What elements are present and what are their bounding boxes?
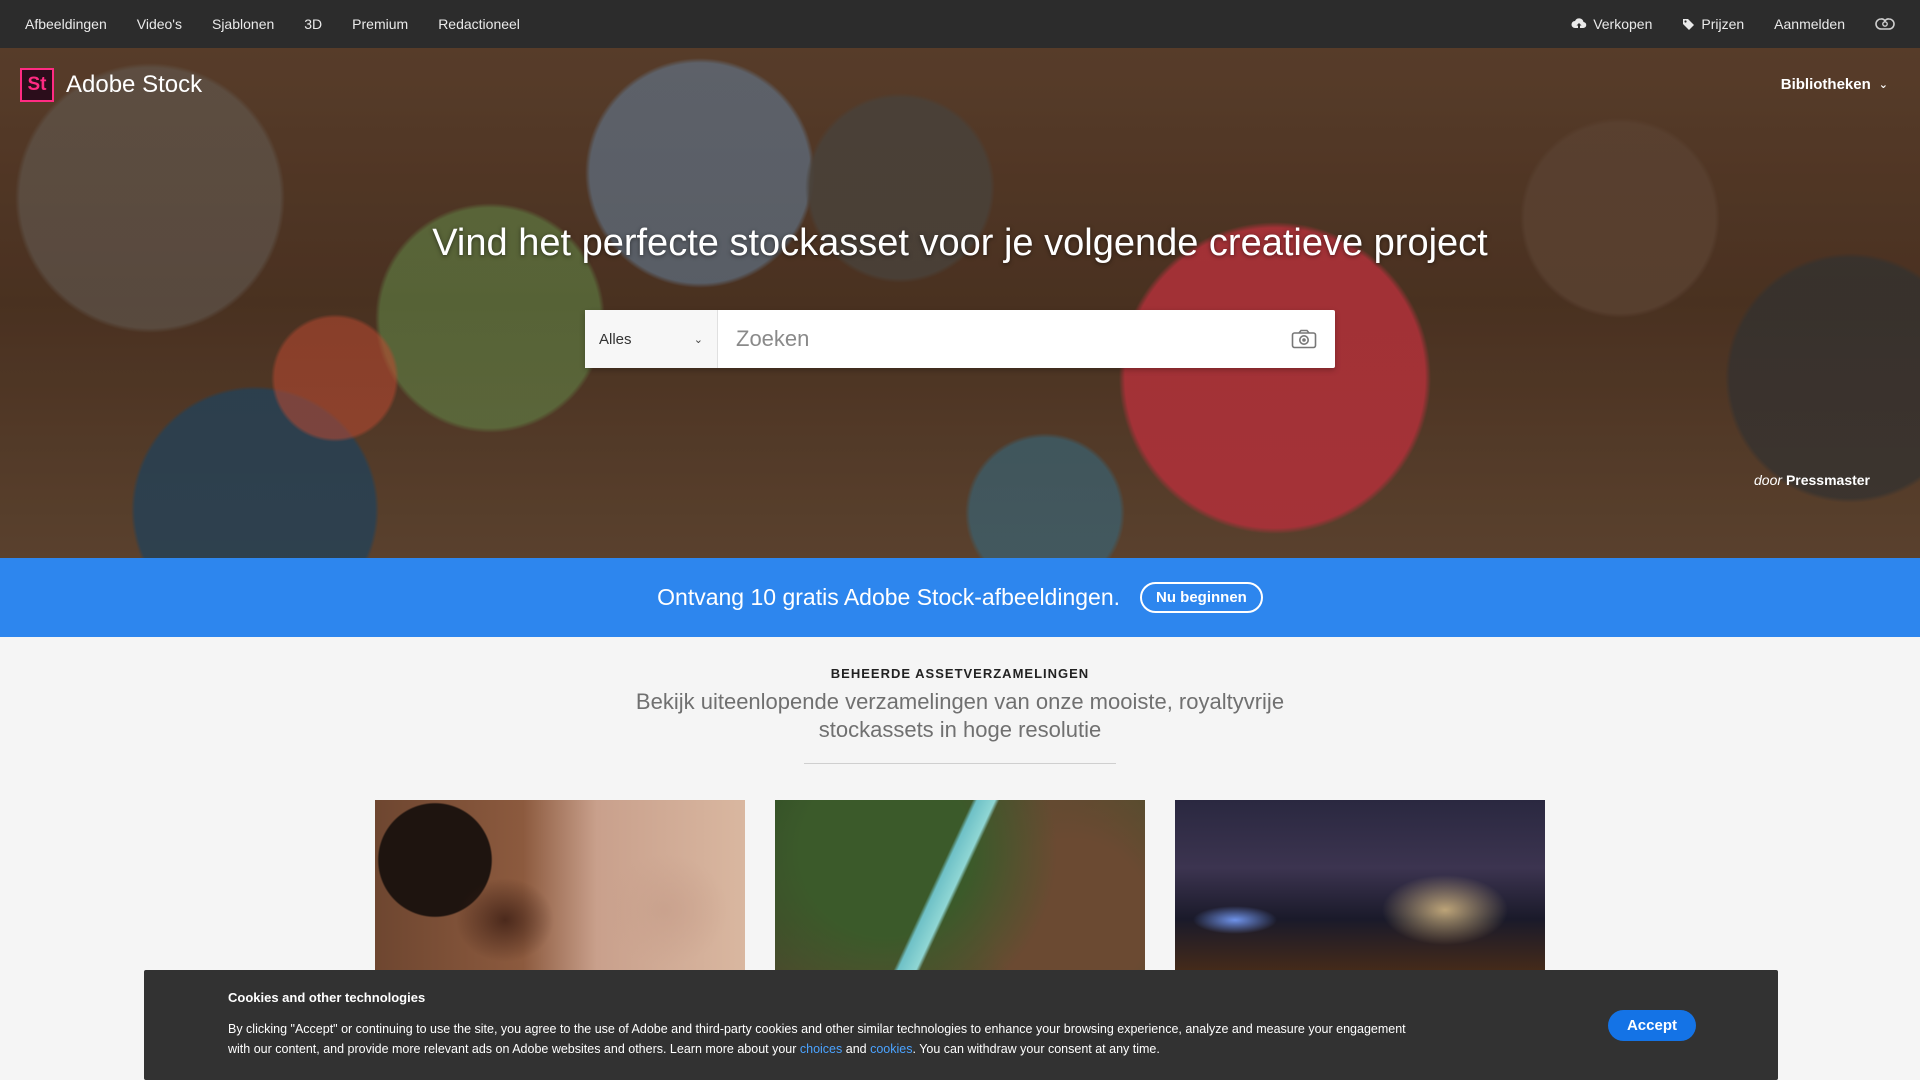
- collection-card-city-night[interactable]: [1175, 800, 1545, 970]
- pricing-label: Prijzen: [1701, 16, 1745, 32]
- nav-afbeeldingen[interactable]: Afbeeldingen: [25, 16, 107, 32]
- upload-cloud-icon: [1571, 18, 1587, 29]
- pricing-link[interactable]: Prijzen: [1682, 16, 1744, 32]
- libraries-label: Bibliotheken: [1780, 76, 1871, 93]
- collections-label: BEHEERDE ASSETVERZAMELINGEN: [830, 666, 1090, 681]
- section-divider: [804, 763, 1116, 764]
- collection-card-forest-river[interactable]: [775, 800, 1145, 970]
- top-nav-right: Verkopen Prijzen Aanmelden: [1541, 14, 1895, 34]
- cookie-banner: Cookies and other technologies By clicki…: [144, 970, 1778, 1080]
- search-bar: Alles ⌄: [585, 310, 1335, 368]
- promo-text: Ontvang 10 gratis Adobe Stock-afbeelding…: [657, 584, 1121, 610]
- nav-premium[interactable]: Premium: [352, 16, 408, 32]
- creative-cloud-icon[interactable]: [1875, 14, 1895, 34]
- chevron-down-icon: ⌄: [693, 333, 703, 346]
- libraries-menu[interactable]: Bibliotheken ⌄: [1781, 76, 1888, 93]
- cookies-link[interactable]: cookies: [870, 1042, 912, 1056]
- brand-logo[interactable]: St Adobe Stock: [20, 68, 202, 102]
- brand-name: Adobe Stock: [66, 71, 203, 98]
- credit-author[interactable]: Pressmaster: [1786, 472, 1870, 488]
- nav-redactioneel[interactable]: Redactioneel: [438, 16, 520, 32]
- collection-card-portraits[interactable]: [375, 800, 745, 970]
- top-nav-left: Afbeeldingen Video's Sjablonen 3D Premiu…: [25, 16, 550, 32]
- search-input[interactable]: [718, 310, 1273, 368]
- promo-band: Ontvang 10 gratis Adobe Stock-afbeelding…: [0, 558, 1920, 637]
- search-category-value: Alles: [599, 330, 632, 348]
- hero-title: Vind het perfecte stockasset voor je vol…: [432, 222, 1488, 264]
- search-category-select[interactable]: Alles ⌄: [585, 310, 718, 368]
- top-navigation: Afbeeldingen Video's Sjablonen 3D Premiu…: [0, 0, 1920, 48]
- visual-search-button[interactable]: [1273, 310, 1335, 368]
- tag-icon: [1683, 18, 1695, 30]
- sell-link[interactable]: Verkopen: [1571, 16, 1652, 32]
- adobe-stock-logo-icon: St: [20, 68, 54, 102]
- hero-banner: St Adobe Stock Bibliotheken ⌄ Vind het p…: [0, 48, 1920, 558]
- cookie-title: Cookies and other technologies: [228, 990, 426, 1005]
- collections-subtitle: Bekijk uiteenlopende verzamelingen van o…: [635, 689, 1285, 742]
- start-now-button[interactable]: Nu beginnen: [1140, 582, 1263, 613]
- cookie-text-part2: . You can withdraw your consent at any t…: [912, 1042, 1160, 1056]
- credit-prefix: door: [1754, 472, 1783, 488]
- choices-link[interactable]: choices: [800, 1042, 842, 1056]
- chevron-down-icon: ⌄: [1878, 79, 1888, 91]
- accept-cookies-button[interactable]: Accept: [1607, 1010, 1696, 1041]
- cookie-text-and: and: [842, 1042, 871, 1056]
- sign-in-link[interactable]: Aanmelden: [1774, 16, 1845, 32]
- cookie-text: By clicking "Accept" or continuing to us…: [228, 1019, 1428, 1059]
- nav-3d[interactable]: 3D: [304, 16, 322, 32]
- nav-sjablonen[interactable]: Sjablonen: [212, 16, 274, 32]
- sell-label: Verkopen: [1593, 16, 1653, 32]
- camera-icon: [1291, 329, 1317, 349]
- nav-videos[interactable]: Video's: [137, 16, 182, 32]
- photo-credit: door Pressmaster: [1754, 472, 1870, 488]
